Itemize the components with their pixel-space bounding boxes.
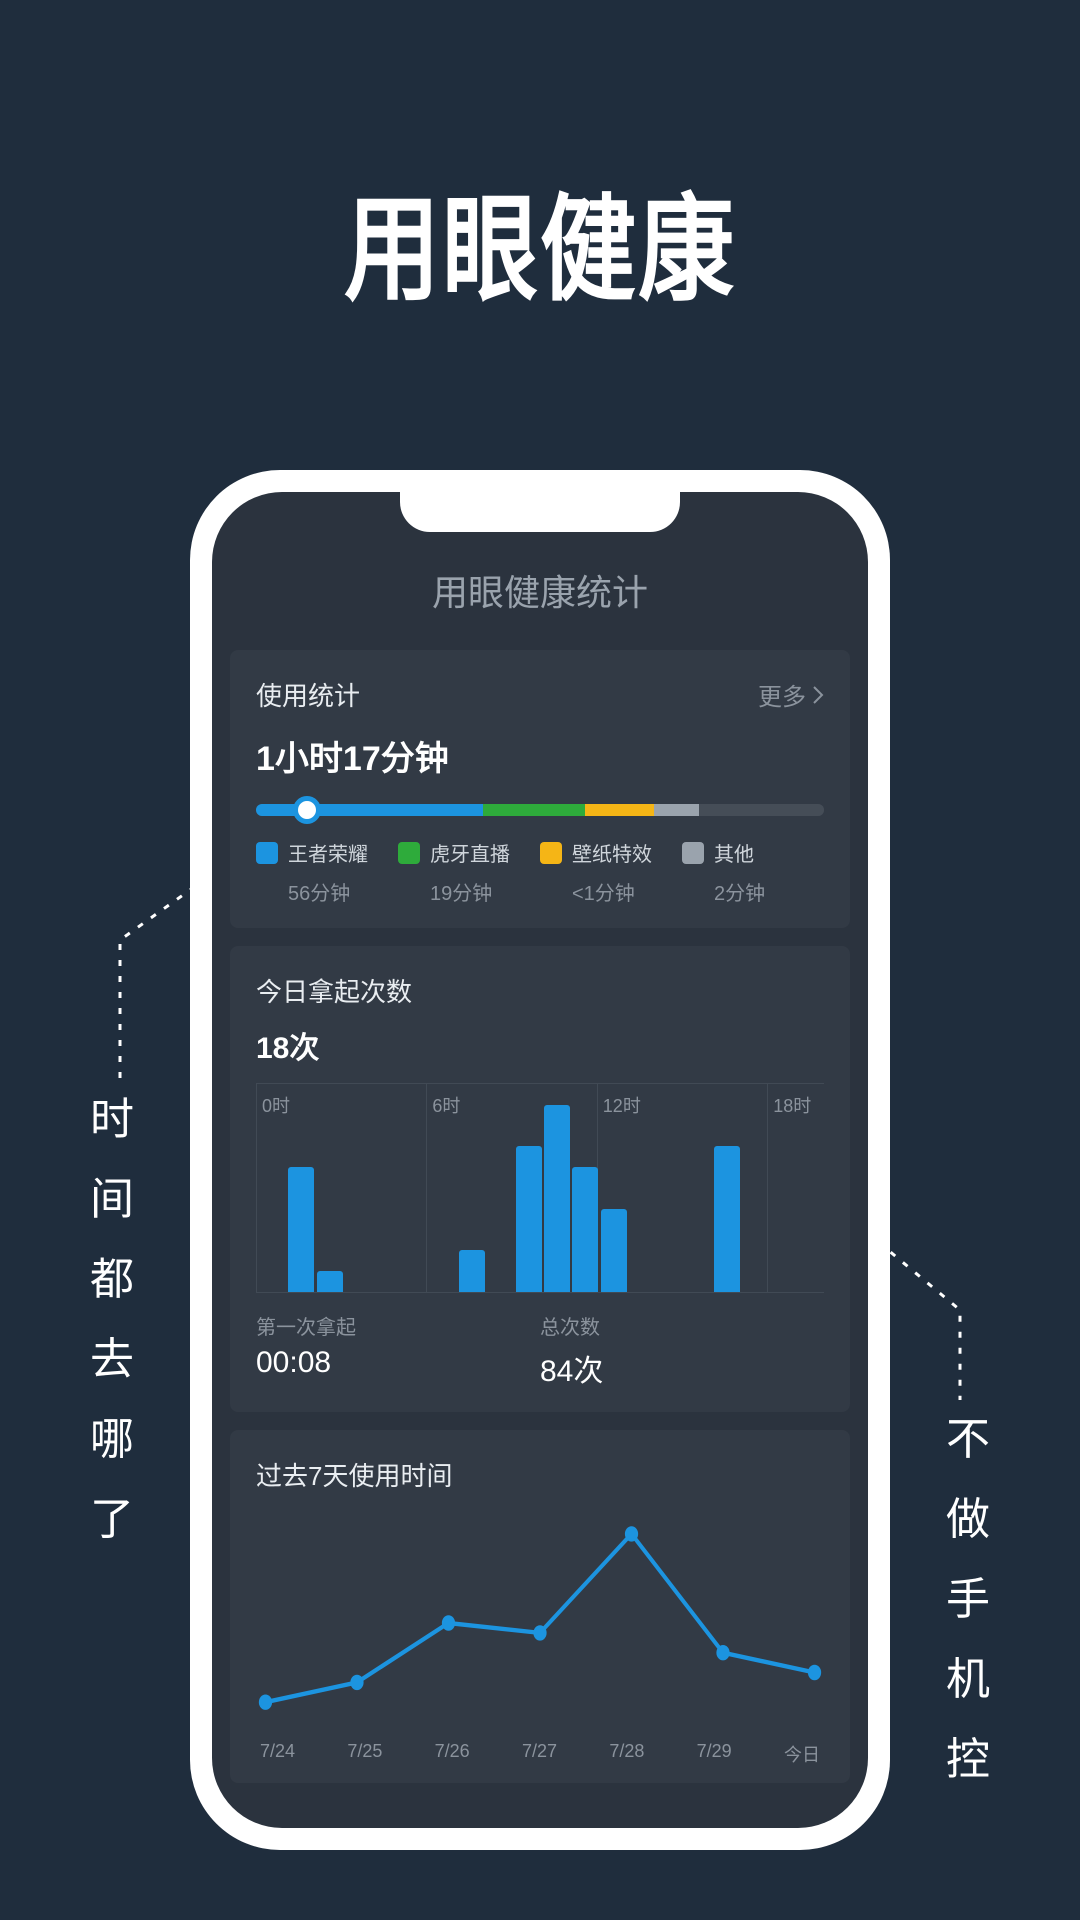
week-x-axis: 7/24 7/25 7/26 7/27 7/28 7/29 今日 bbox=[256, 1741, 824, 1767]
more-label: 更多 bbox=[758, 677, 806, 712]
bar bbox=[544, 1105, 570, 1292]
line-x-tick: 7/25 bbox=[347, 1741, 382, 1767]
bar bbox=[601, 1209, 627, 1292]
phone-frame: 用眼健康统计 使用统计 更多 1小时17分钟 王者荣耀56分钟虎牙直播19分钟壁… bbox=[190, 470, 890, 1850]
line-point bbox=[808, 1665, 821, 1680]
legend-time: 19分钟 bbox=[398, 877, 540, 906]
bar bbox=[572, 1167, 598, 1292]
line-point bbox=[533, 1625, 546, 1640]
bar bbox=[317, 1271, 343, 1292]
usage-card: 使用统计 更多 1小时17分钟 王者荣耀 56分钟 虎牙直播 19分钟 壁纸特效 <1分钟… bbox=[230, 650, 850, 928]
line-point bbox=[259, 1695, 272, 1710]
pickups-card: 今日拿起次数 18次 0时6时12时18时 第一次拿起 00:08 总次数 84… bbox=[230, 946, 850, 1412]
legend-item: 壁纸特效 <1分钟 bbox=[540, 838, 682, 906]
week-line-chart bbox=[256, 1513, 824, 1733]
legend-name: 王者荣耀 bbox=[288, 838, 368, 867]
line-point bbox=[350, 1675, 363, 1690]
legend-name: 壁纸特效 bbox=[572, 838, 652, 867]
usage-segment bbox=[585, 804, 653, 816]
pickups-value: 18次 bbox=[256, 1023, 824, 1067]
line-x-tick: 7/26 bbox=[435, 1741, 470, 1767]
phone-screen: 用眼健康统计 使用统计 更多 1小时17分钟 王者荣耀56分钟虎牙直播19分钟壁… bbox=[212, 492, 868, 1828]
legend-swatch bbox=[540, 842, 562, 864]
bar bbox=[516, 1146, 542, 1292]
chevron-right-icon bbox=[812, 685, 824, 705]
line-x-tick: 今日 bbox=[784, 1741, 820, 1767]
legend-swatch bbox=[256, 842, 278, 864]
line-point bbox=[442, 1615, 455, 1630]
first-pickup-label: 第一次拿起 bbox=[256, 1311, 540, 1340]
pickups-title: 今日拿起次数 bbox=[256, 972, 824, 1009]
usage-bar-handle[interactable] bbox=[293, 796, 321, 824]
caption-left: 时间都去哪了 bbox=[90, 1080, 134, 1560]
legend-item: 虎牙直播 19分钟 bbox=[398, 838, 540, 906]
caption-right: 不做手机控 bbox=[946, 1400, 990, 1800]
usage-segment bbox=[654, 804, 699, 816]
bar bbox=[714, 1146, 740, 1292]
usage-segment bbox=[256, 804, 483, 816]
usage-segment bbox=[483, 804, 585, 816]
usage-title: 使用统计 bbox=[256, 676, 360, 713]
bar bbox=[459, 1250, 485, 1292]
line-x-tick: 7/28 bbox=[609, 1741, 644, 1767]
line-series bbox=[265, 1534, 814, 1702]
legend-time: <1分钟 bbox=[540, 877, 682, 906]
legend-name: 其他 bbox=[714, 838, 754, 867]
pickups-bar-chart: 0时6时12时18时 bbox=[256, 1083, 824, 1293]
line-point bbox=[716, 1645, 729, 1660]
usage-legend: 王者荣耀 56分钟 虎牙直播 19分钟 壁纸特效 <1分钟 其他 2分钟 bbox=[256, 838, 824, 906]
week-card: 过去7天使用时间 7/24 7/25 7/26 7/27 7/28 7/29 今日 bbox=[230, 1430, 850, 1783]
line-x-tick: 7/24 bbox=[260, 1741, 295, 1767]
legend-item: 其他 2分钟 bbox=[682, 838, 824, 906]
total-pickups-label: 总次数 bbox=[540, 1311, 824, 1340]
total-pickups-value: 84次 bbox=[540, 1346, 824, 1390]
legend-swatch bbox=[682, 842, 704, 864]
legend-item: 王者荣耀 56分钟 bbox=[256, 838, 398, 906]
legend-time: 2分钟 bbox=[682, 877, 824, 906]
more-button[interactable]: 更多 bbox=[758, 677, 824, 712]
page-title: 用眼健康 bbox=[0, 156, 1080, 323]
legend-swatch bbox=[398, 842, 420, 864]
phone-notch bbox=[400, 492, 680, 532]
legend-name: 虎牙直播 bbox=[430, 838, 510, 867]
week-title: 过去7天使用时间 bbox=[256, 1456, 824, 1493]
usage-total: 1小时17分钟 bbox=[256, 731, 824, 780]
first-pickup-value: 00:08 bbox=[256, 1346, 540, 1380]
line-point bbox=[625, 1526, 638, 1541]
line-x-tick: 7/27 bbox=[522, 1741, 557, 1767]
usage-bar[interactable] bbox=[256, 804, 824, 816]
legend-time: 56分钟 bbox=[256, 877, 398, 906]
line-x-tick: 7/29 bbox=[697, 1741, 732, 1767]
bar bbox=[288, 1167, 314, 1292]
